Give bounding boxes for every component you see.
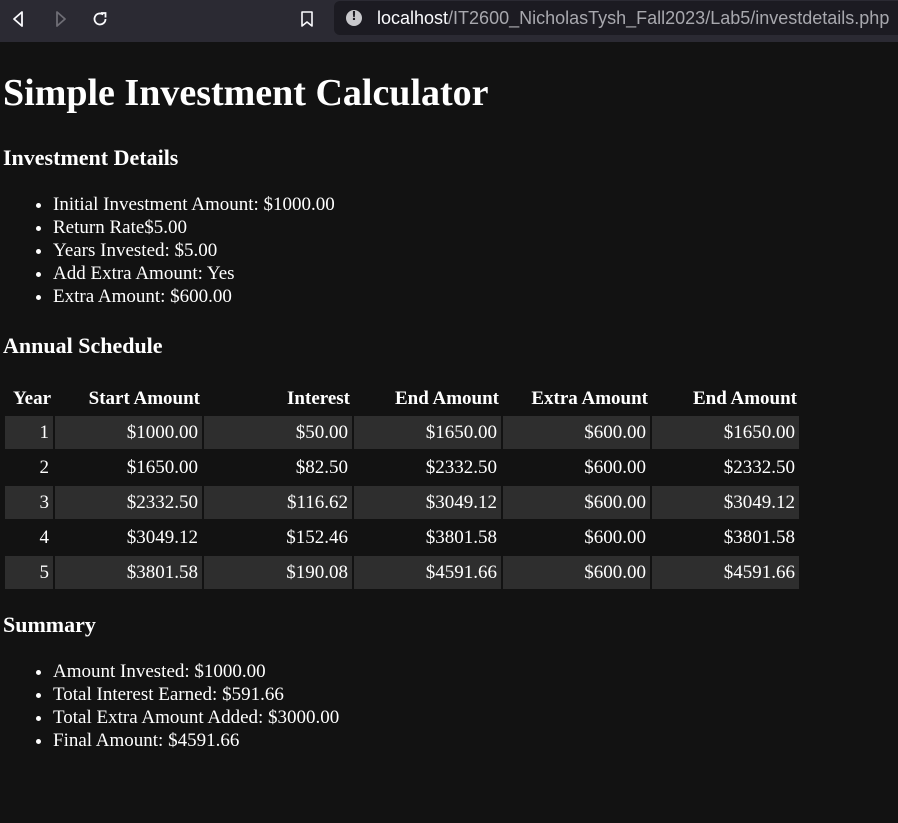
- list-item: Extra Amount: $600.00: [53, 285, 335, 308]
- summary-list: Amount Invested: $1000.00 Total Interest…: [13, 660, 339, 752]
- table-cell: $600.00: [584, 526, 646, 548]
- bookmark-button[interactable]: [292, 5, 322, 33]
- details-list: Initial Investment Amount: $1000.00 Retu…: [13, 193, 335, 308]
- list-item: Amount Invested: $1000.00: [53, 660, 339, 683]
- browser-toolbar: localhost/IT2600_NicholasTysh_Fall2023/L…: [0, 0, 898, 42]
- table-cell: $1650.00: [126, 456, 198, 478]
- back-button[interactable]: [4, 5, 34, 33]
- table-cell: $600.00: [584, 456, 646, 478]
- table-cell: $152.46: [286, 526, 348, 548]
- details-heading: Investment Details: [3, 145, 179, 170]
- table-cell: $3049.12: [126, 526, 198, 548]
- table-cell: $1000.00: [55, 416, 202, 449]
- info-icon[interactable]: [346, 9, 362, 26]
- table-cell: 3: [5, 486, 53, 519]
- reload-icon: [93, 12, 107, 26]
- bookmark-icon: [301, 11, 313, 27]
- table-cell: $4591.66: [354, 556, 501, 589]
- table-cell: $2332.50: [723, 456, 795, 478]
- table-cell: 4: [39, 526, 50, 548]
- table-cell: $82.50: [295, 456, 348, 478]
- list-item: Years Invested: $5.00: [53, 239, 335, 262]
- list-item: Total Interest Earned: $591.66: [53, 683, 339, 706]
- back-icon: [13, 11, 23, 27]
- table-cell: $600.00: [503, 416, 650, 449]
- table-header-row: Year Start Amount Interest End Amount Ex…: [5, 384, 799, 414]
- table-cell: $190.08: [204, 556, 352, 589]
- column-header: Extra Amount: [531, 388, 648, 409]
- table-cell: $1650.00: [354, 416, 501, 449]
- url-host: localhost: [377, 8, 449, 28]
- table-row: 1 $1000.00 $50.00 $1650.00 $600.00 $1650…: [5, 416, 799, 449]
- table-cell: $3801.58: [55, 556, 202, 589]
- url-text[interactable]: localhost/IT2600_NicholasTysh_Fall2023/L…: [377, 8, 889, 29]
- column-header: Start Amount: [88, 388, 200, 409]
- table-cell: $50.00: [204, 416, 352, 449]
- table-row: 5 $3801.58 $190.08 $4591.66 $600.00 $459…: [5, 556, 799, 589]
- column-header: End Amount: [692, 388, 797, 409]
- table-cell: $3049.12: [652, 486, 799, 519]
- column-header: Year: [13, 388, 51, 409]
- column-header: Interest: [287, 388, 350, 409]
- table-cell: $4591.66: [652, 556, 799, 589]
- table-cell: $2332.50: [55, 486, 202, 519]
- table-cell: $3801.58: [723, 526, 795, 548]
- column-header: End Amount: [394, 388, 499, 409]
- schedule-table: Year Start Amount Interest End Amount Ex…: [3, 382, 801, 591]
- page-content: Simple Investment Calculator Investment …: [0, 42, 898, 823]
- url-bar[interactable]: localhost/IT2600_NicholasTysh_Fall2023/L…: [334, 1, 898, 35]
- table-row: 3 $2332.50 $116.62 $3049.12 $600.00 $304…: [5, 486, 799, 519]
- table-cell: $116.62: [204, 486, 352, 519]
- list-item: Return Rate$5.00: [53, 216, 335, 239]
- summary-heading: Summary: [3, 612, 96, 637]
- table-row: 2 $1650.00 $82.50 $2332.50 $600.00 $2332…: [5, 451, 799, 484]
- page-title: Simple Investment Calculator: [3, 72, 489, 114]
- list-item: Add Extra Amount: Yes: [53, 262, 335, 285]
- table-cell: $600.00: [503, 486, 650, 519]
- reload-button[interactable]: [85, 5, 115, 33]
- table-cell: $1650.00: [652, 416, 799, 449]
- table-cell: $600.00: [503, 556, 650, 589]
- list-item: Final Amount: $4591.66: [53, 729, 339, 752]
- list-item: Initial Investment Amount: $1000.00: [53, 193, 335, 216]
- list-item: Total Extra Amount Added: $3000.00: [53, 706, 339, 729]
- table-cell: 5: [5, 556, 53, 589]
- table-cell: $3049.12: [354, 486, 501, 519]
- table-row: 4 $3049.12 $152.46 $3801.58 $600.00 $380…: [5, 521, 799, 554]
- table-cell: $3801.58: [425, 526, 497, 548]
- table-cell: 1: [5, 416, 53, 449]
- table-cell: 2: [39, 456, 50, 478]
- schedule-heading: Annual Schedule: [3, 333, 163, 358]
- forward-button[interactable]: [45, 5, 75, 33]
- url-path: /IT2600_NicholasTysh_Fall2023/Lab5/inves…: [448, 8, 890, 28]
- table-cell: $2332.50: [425, 456, 497, 478]
- forward-icon: [56, 11, 66, 27]
